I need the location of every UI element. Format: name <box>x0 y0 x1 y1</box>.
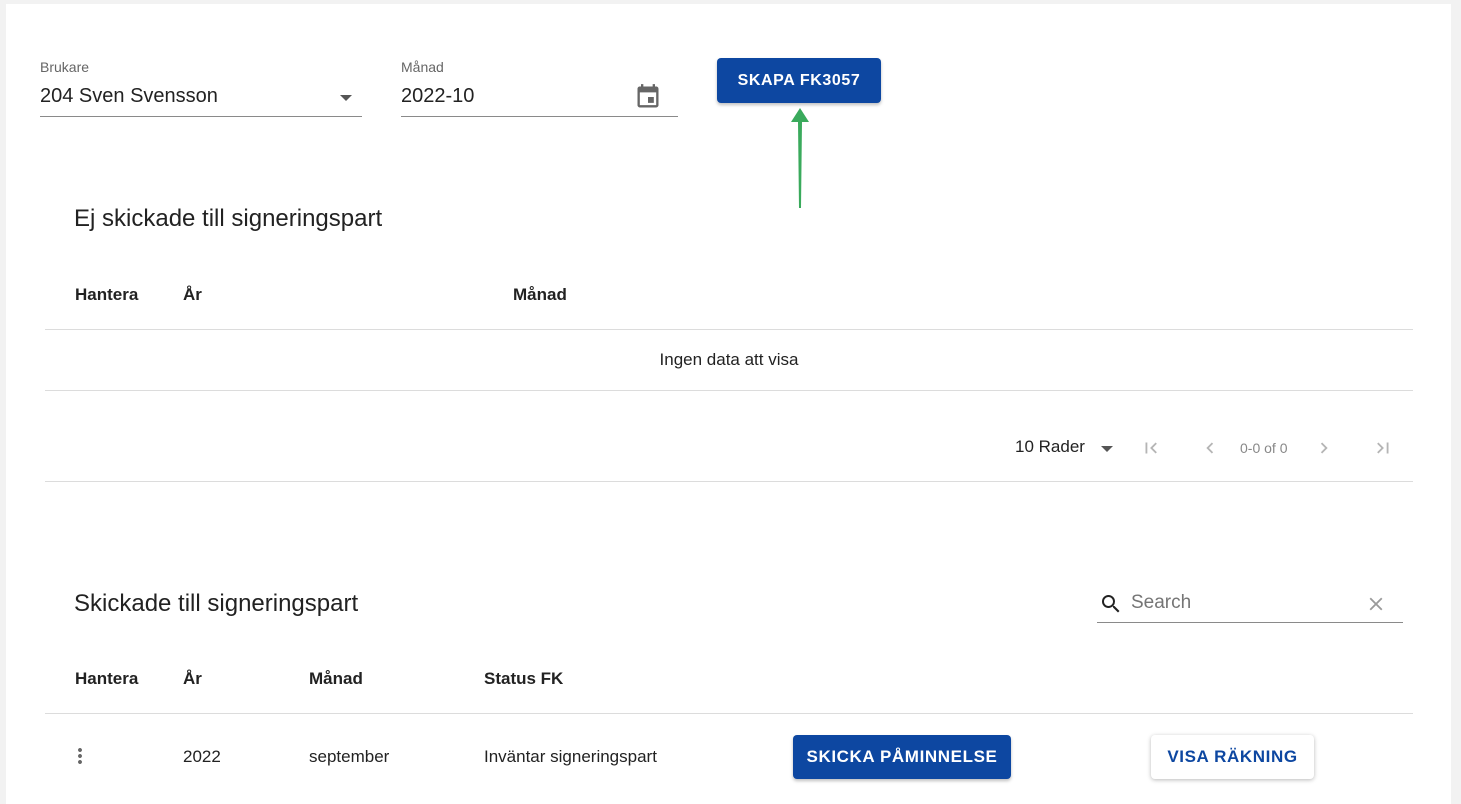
section-unsent-title: Ej skickade till signeringspart <box>74 205 383 232</box>
rows-per-page-select[interactable]: 10 Rader <box>1015 437 1115 459</box>
first-page-icon[interactable] <box>1140 437 1162 459</box>
divider <box>45 329 1413 330</box>
sent-col-hantera: Hantera <box>75 669 139 688</box>
view-invoice-button[interactable]: VISA RÄKNING <box>1151 735 1314 779</box>
row-year: 2022 <box>183 747 221 766</box>
create-fk3057-button[interactable]: SKAPA FK3057 <box>717 58 881 103</box>
calendar-icon[interactable] <box>634 83 662 111</box>
dropdown-caret-icon <box>340 95 352 101</box>
brukare-value: 204 Sven Svensson <box>40 85 218 107</box>
brukare-label: Brukare <box>40 59 90 75</box>
sent-col-status: Status FK <box>484 669 564 688</box>
manad-underline <box>401 116 678 117</box>
send-reminder-button[interactable]: SKICKA PÅMINNELSE <box>793 735 1011 779</box>
main-panel <box>6 4 1451 804</box>
chevron-left-icon[interactable] <box>1199 437 1221 459</box>
row-month: september <box>309 747 390 766</box>
chevron-right-icon[interactable] <box>1313 437 1335 459</box>
close-icon[interactable] <box>1365 593 1387 615</box>
empty-state-text: Ingen data att visa <box>659 350 799 369</box>
dropdown-caret-icon <box>1101 446 1113 452</box>
last-page-icon[interactable] <box>1372 437 1394 459</box>
search-icon <box>1102 595 1120 613</box>
brukare-underline <box>40 116 362 117</box>
manad-value: 2022-10 <box>401 85 475 107</box>
search-field[interactable] <box>1097 588 1403 623</box>
section-sent-title: Skickade till signeringspart <box>74 590 359 617</box>
manad-field[interactable]: 2022-10 <box>401 84 678 117</box>
divider <box>45 713 1413 714</box>
sent-col-manad: Månad <box>309 669 363 688</box>
search-input[interactable] <box>1131 590 1351 616</box>
brukare-select[interactable]: 204 Sven Svensson <box>40 84 362 117</box>
unsent-col-ar: År <box>183 285 202 304</box>
annotation-arrow <box>791 108 809 208</box>
more-vert-icon[interactable] <box>68 744 92 768</box>
unsent-col-hantera: Hantera <box>75 285 139 304</box>
search-underline <box>1097 622 1403 623</box>
unsent-col-manad: Månad <box>513 285 567 304</box>
pagination-range: 0-0 of 0 <box>1240 440 1288 456</box>
divider <box>45 481 1413 482</box>
sent-col-ar: År <box>183 669 202 688</box>
manad-label: Månad <box>401 59 444 75</box>
rows-per-page-value: 10 Rader <box>1015 437 1085 456</box>
divider <box>45 390 1413 391</box>
row-status: Inväntar signeringspart <box>484 747 657 766</box>
